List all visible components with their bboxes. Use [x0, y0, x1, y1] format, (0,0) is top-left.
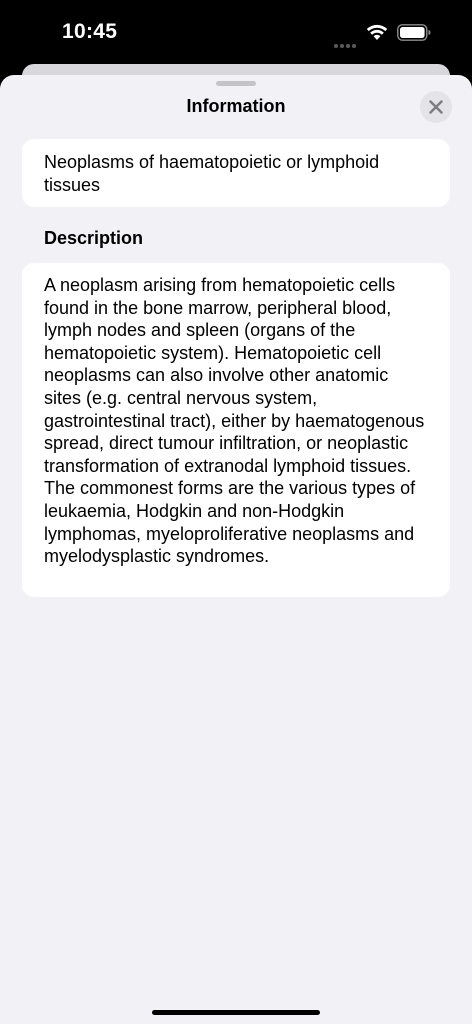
- description-card: A neoplasm arising from hematopoietic ce…: [22, 263, 450, 597]
- sheet-title: Information: [186, 96, 286, 116]
- status-time: 10:45: [62, 20, 118, 43]
- description-text: A neoplasm arising from hematopoietic ce…: [44, 275, 425, 567]
- term-name: Neoplasms of haematopoietic or lymphoid …: [44, 152, 380, 195]
- information-sheet: Information Neoplasms of haematopoietic …: [0, 75, 472, 1024]
- home-indicator[interactable]: [152, 1010, 320, 1015]
- sheet-grabber[interactable]: [216, 81, 256, 86]
- wifi-icon: [366, 24, 388, 40]
- battery-icon: [397, 24, 431, 41]
- status-bar: 10:45: [0, 0, 472, 64]
- xmark-icon: [429, 100, 443, 114]
- term-name-card: Neoplasms of haematopoietic or lymphoid …: [22, 139, 450, 207]
- description-header: Description: [44, 228, 144, 248]
- cellular-signal-icon: [334, 35, 358, 48]
- close-button[interactable]: [420, 91, 452, 123]
- screen: 10:45 Information Neoplasms of haematopo…: [0, 0, 472, 1024]
